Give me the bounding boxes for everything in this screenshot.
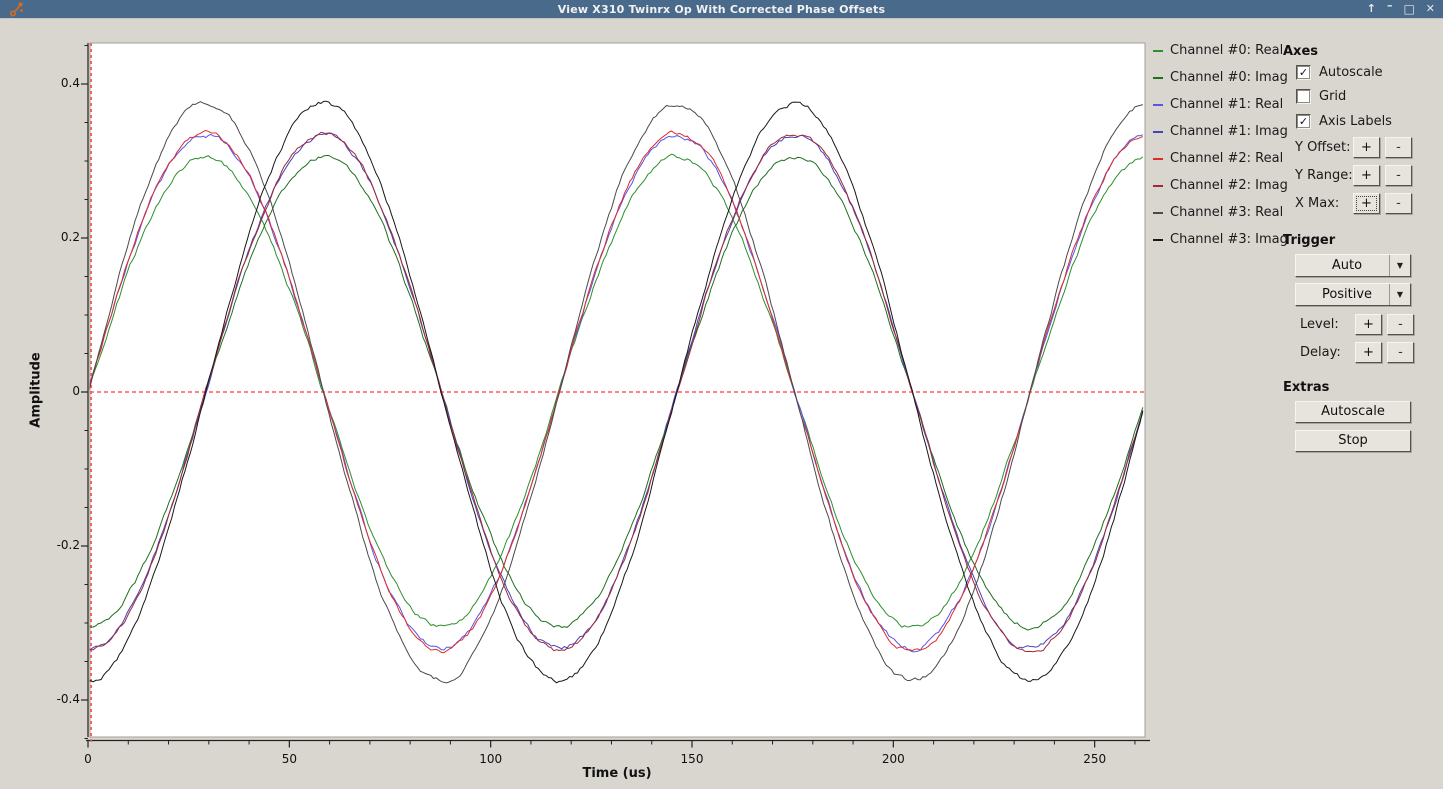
- y-range-plus-button[interactable]: +: [1353, 165, 1380, 186]
- autoscale-checkbox-row: ✓ Autoscale: [1296, 65, 1383, 80]
- x-tick-label: 250: [1083, 752, 1107, 766]
- legend-item: Channel #3: Imag: [1153, 226, 1288, 253]
- x-axis-title: Time (us): [582, 766, 652, 781]
- trigger-delay-row: Delay: + -: [1300, 342, 1440, 363]
- legend-swatch-icon: [1153, 184, 1163, 187]
- legend-item: Channel #0: Real: [1153, 37, 1288, 64]
- trigger-level-minus-button[interactable]: -: [1387, 314, 1414, 335]
- legend-swatch-icon: [1153, 157, 1163, 160]
- trigger-slope-value: Positive: [1321, 287, 1373, 302]
- legend-item: Channel #1: Imag: [1153, 118, 1288, 145]
- autoscale-checkbox[interactable]: ✓: [1296, 65, 1311, 80]
- legend-swatch-icon: [1153, 238, 1163, 241]
- axis-labels-checkbox-row: ✓ Axis Labels: [1296, 114, 1392, 129]
- grid-checkbox-row: Grid: [1296, 89, 1346, 104]
- grid-checkbox-label: Grid: [1319, 89, 1347, 104]
- trigger-delay-minus-button[interactable]: -: [1387, 342, 1414, 363]
- legend-item: Channel #3: Real: [1153, 199, 1288, 226]
- legend-label: Channel #3: Real: [1170, 205, 1284, 220]
- x-max-row: X Max: + -: [1295, 193, 1440, 214]
- trigger-delay-plus-button[interactable]: +: [1355, 342, 1382, 363]
- shade-button[interactable]: ↑: [1367, 0, 1376, 18]
- y-offset-plus-button[interactable]: +: [1353, 137, 1380, 158]
- x-max-minus-button[interactable]: -: [1385, 193, 1412, 214]
- app-icon: [9, 2, 23, 17]
- legend-item: Channel #1: Real: [1153, 91, 1288, 118]
- legend-label: Channel #0: Imag: [1170, 70, 1288, 85]
- trigger-section-title: Trigger: [1283, 233, 1336, 248]
- chevron-down-icon: ▼: [1389, 255, 1410, 276]
- trigger-mode-dropdown[interactable]: Auto ▼: [1295, 254, 1411, 277]
- y-range-minus-button[interactable]: -: [1385, 165, 1412, 186]
- autoscale-checkbox-label: Autoscale: [1319, 65, 1383, 80]
- trigger-level-label: Level:: [1300, 317, 1339, 332]
- window-title: View X310 Twinrx Op With Corrected Phase…: [557, 2, 886, 16]
- y-tick-label: 0.4: [60, 76, 80, 90]
- legend-label: Channel #3: Imag: [1170, 232, 1288, 247]
- application-window: 0.4 0.2 0 -0.2 -0.4 0 50 100 150 200 250 Amplitude…: [0, 0, 1443, 789]
- legend: Channel #0: Real Channel #0: Imag Channe…: [1153, 37, 1288, 253]
- trigger-mode-value: Auto: [1331, 258, 1363, 273]
- axis-labels-checkbox-label: Axis Labels: [1319, 114, 1392, 129]
- axis-labels-checkbox[interactable]: ✓: [1296, 114, 1311, 129]
- legend-swatch-icon: [1153, 49, 1163, 52]
- legend-swatch-icon: [1153, 76, 1163, 79]
- x-tick-label: 200: [881, 752, 905, 766]
- legend-label: Channel #0: Real: [1170, 43, 1284, 58]
- window-controls: ↑ – □ ✕: [1367, 0, 1435, 18]
- y-range-label: Y Range:: [1295, 168, 1353, 183]
- extras-stop-button[interactable]: Stop: [1295, 430, 1411, 452]
- x-max-plus-button[interactable]: +: [1353, 193, 1380, 214]
- y-axis-title: Amplitude: [28, 352, 44, 428]
- x-tick-label: 0: [84, 752, 92, 766]
- trigger-delay-label: Delay:: [1300, 345, 1341, 360]
- x-tick-label: 100: [479, 752, 503, 766]
- legend-item: Channel #0: Imag: [1153, 64, 1288, 91]
- maximize-button[interactable]: □: [1403, 0, 1414, 18]
- legend-label: Channel #2: Real: [1170, 151, 1284, 166]
- extras-autoscale-button[interactable]: Autoscale: [1295, 401, 1411, 423]
- titlebar: View X310 Twinrx Op With Corrected Phase…: [0, 0, 1443, 19]
- close-button[interactable]: ✕: [1426, 0, 1435, 18]
- legend-label: Channel #2: Imag: [1170, 178, 1288, 193]
- legend-item: Channel #2: Real: [1153, 145, 1288, 172]
- y-offset-row: Y Offset: + -: [1295, 137, 1440, 158]
- y-offset-minus-button[interactable]: -: [1385, 137, 1412, 158]
- x-tick-label: 50: [281, 752, 297, 766]
- y-range-row: Y Range: + -: [1295, 165, 1440, 186]
- legend-label: Channel #1: Real: [1170, 97, 1284, 112]
- x-max-label: X Max:: [1295, 196, 1340, 211]
- y-offset-label: Y Offset:: [1295, 140, 1351, 155]
- y-tick-label: 0.2: [60, 230, 80, 244]
- axes-section-title: Axes: [1283, 44, 1319, 59]
- minimize-button[interactable]: –: [1387, 0, 1393, 15]
- trigger-level-row: Level: + -: [1300, 314, 1440, 335]
- y-tick-label: -0.2: [56, 538, 80, 552]
- legend-swatch-icon: [1153, 103, 1163, 106]
- chevron-down-icon: ▼: [1389, 284, 1410, 305]
- extras-section-title: Extras: [1283, 380, 1330, 395]
- grid-checkbox[interactable]: [1296, 89, 1311, 104]
- legend-swatch-icon: [1153, 211, 1163, 214]
- x-tick-label: 150: [680, 752, 704, 766]
- trigger-level-plus-button[interactable]: +: [1355, 314, 1382, 335]
- trigger-slope-dropdown[interactable]: Positive ▼: [1295, 283, 1411, 306]
- legend-item: Channel #2: Imag: [1153, 172, 1288, 199]
- legend-label: Channel #1: Imag: [1170, 124, 1288, 139]
- legend-swatch-icon: [1153, 130, 1163, 133]
- y-tick-label: -0.4: [56, 692, 80, 706]
